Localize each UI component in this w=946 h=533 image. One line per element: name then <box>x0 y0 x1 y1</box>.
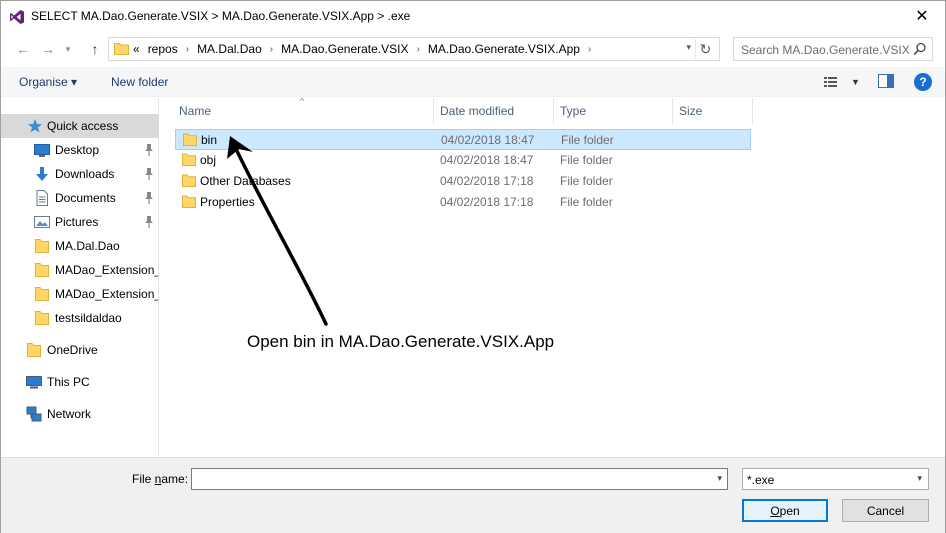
folder-icon <box>183 133 197 146</box>
bottom-panel: File name: ▾ *.exe ▾ Open Cancel <box>1 457 945 533</box>
forward-arrow-icon[interactable]: → <box>38 39 58 59</box>
network-icon <box>26 406 42 422</box>
close-button[interactable]: ✕ <box>909 5 935 27</box>
nav-item-testsildaldao[interactable]: testsildaldao <box>1 306 159 330</box>
folder-icon <box>27 343 41 357</box>
pin-icon[interactable] <box>144 144 154 156</box>
pin-icon[interactable] <box>144 168 154 180</box>
column-header-name[interactable]: Name <box>173 98 434 124</box>
preview-pane-icon[interactable] <box>878 74 894 88</box>
breadcrumb: « repos › MA.Dal.Dao › MA.Dao.Generate.V… <box>133 42 599 56</box>
file-type-value: *.exe <box>747 473 775 487</box>
folder-icon <box>182 153 196 166</box>
file-type-select[interactable]: *.exe ▾ <box>742 468 929 490</box>
help-icon[interactable]: ? <box>914 73 932 91</box>
file-row-bin[interactable]: bin 04/02/2018 18:47 File folder <box>175 129 751 150</box>
folder-icon <box>35 263 49 277</box>
address-row: ← → ▾ ↑ « repos › MA.Dal.Dao › MA.Dao.Ge… <box>1 34 945 64</box>
search-placeholder: Search MA.Dao.Generate.VSIX.App <box>741 43 909 57</box>
documents-icon <box>36 190 48 206</box>
download-icon <box>36 167 48 181</box>
file-row-other-databases[interactable]: Other Databases 04/02/2018 17:18 File fo… <box>175 171 751 192</box>
breadcrumb-ma-dal-dao[interactable]: MA.Dal.Dao <box>197 42 262 56</box>
search-icon[interactable] <box>913 42 927 56</box>
desktop-icon <box>34 144 50 157</box>
chevron-right-icon[interactable]: › <box>417 44 420 55</box>
file-name-label: File name: <box>132 472 189 486</box>
column-header-type[interactable]: Type <box>554 98 673 124</box>
file-row-properties[interactable]: Properties 04/02/2018 17:18 File folder <box>175 192 751 213</box>
breadcrumb-ma-dao-generate-vsix-app[interactable]: MA.Dao.Generate.VSIX.App <box>428 42 580 56</box>
nav-item-pictures[interactable]: Pictures <box>1 210 159 234</box>
title-bar: SELECT MA.Dao.Generate.VSIX > MA.Dao.Gen… <box>1 1 945 32</box>
nav-item-documents[interactable]: Documents <box>1 186 159 210</box>
file-name-chevron-down-icon[interactable]: ▾ <box>717 473 722 484</box>
chevron-right-icon[interactable]: › <box>588 44 591 55</box>
breadcrumb-repos[interactable]: repos <box>148 42 178 56</box>
file-row-obj[interactable]: obj 04/02/2018 18:47 File folder <box>175 150 751 171</box>
nav-item-madao-extension-2[interactable]: MADao_Extension_I <box>1 282 159 306</box>
window-title: SELECT MA.Dao.Generate.VSIX > MA.Dao.Gen… <box>31 9 411 23</box>
address-history-chevron-down-icon[interactable]: ▾ <box>686 42 691 53</box>
folder-icon <box>114 43 129 55</box>
chevron-right-icon[interactable]: › <box>186 44 189 55</box>
chevron-right-icon[interactable]: › <box>270 44 273 55</box>
nav-item-madao-extension-1[interactable]: MADao_Extension_I <box>1 258 159 282</box>
file-name-input[interactable]: ▾ <box>191 468 728 490</box>
column-header-date-modified[interactable]: Date modified <box>434 98 554 124</box>
pin-icon[interactable] <box>144 192 154 204</box>
computer-icon <box>26 376 42 389</box>
change-view-button[interactable]: ▼ <box>823 73 861 91</box>
recent-locations-chevron-icon[interactable]: ▾ <box>61 39 75 59</box>
nav-item-desktop[interactable]: Desktop <box>1 138 159 162</box>
nav-item-ma-dal-dao[interactable]: MA.Dal.Dao <box>1 234 159 258</box>
breadcrumb-overflow[interactable]: « <box>133 42 140 56</box>
annotation-text: Open bin in MA.Dao.Generate.VSIX.App <box>247 332 555 351</box>
pictures-icon <box>34 216 50 228</box>
command-bar: Organise ▾ New folder ▼ ? <box>1 67 945 97</box>
cancel-button[interactable]: Cancel <box>842 499 929 522</box>
view-options-chevron-down-icon: ▼ <box>851 77 860 87</box>
file-type-chevron-down-icon: ▾ <box>917 473 922 483</box>
folder-icon <box>182 195 196 208</box>
folder-icon <box>35 311 49 325</box>
folder-icon <box>35 239 49 253</box>
new-folder-button[interactable]: New folder <box>111 75 168 89</box>
folder-icon <box>35 287 49 301</box>
nav-item-network[interactable]: Network <box>1 402 159 426</box>
breadcrumb-ma-dao-generate-vsix[interactable]: MA.Dao.Generate.VSIX <box>281 42 408 56</box>
nav-item-quick-access[interactable]: Quick access <box>1 114 159 138</box>
column-header-size[interactable]: Size <box>673 98 753 124</box>
open-button[interactable]: Open <box>742 499 828 522</box>
address-bar[interactable]: « repos › MA.Dal.Dao › MA.Dao.Generate.V… <box>108 37 720 61</box>
nav-item-downloads[interactable]: Downloads <box>1 162 159 186</box>
up-arrow-icon[interactable]: ↑ <box>85 39 105 59</box>
folder-icon <box>182 174 196 187</box>
file-list: ^ Name Date modified Type Size bin 04/02… <box>161 96 945 456</box>
nav-item-this-pc[interactable]: This PC <box>1 370 159 394</box>
back-arrow-icon[interactable]: ← <box>13 39 33 59</box>
pin-icon[interactable] <box>144 216 154 228</box>
visual-studio-icon <box>10 10 24 24</box>
nav-item-onedrive[interactable]: OneDrive <box>1 338 159 362</box>
search-input[interactable]: Search MA.Dao.Generate.VSIX.App <box>733 37 933 61</box>
navigation-pane: Quick access Desktop Downloads Documents <box>1 98 159 456</box>
star-icon <box>28 119 42 133</box>
file-open-dialog: SELECT MA.Dao.Generate.VSIX > MA.Dao.Gen… <box>0 0 946 533</box>
organise-button[interactable]: Organise ▾ <box>19 75 77 89</box>
refresh-icon[interactable]: ↻ <box>695 39 715 59</box>
details-view-icon <box>824 77 837 87</box>
